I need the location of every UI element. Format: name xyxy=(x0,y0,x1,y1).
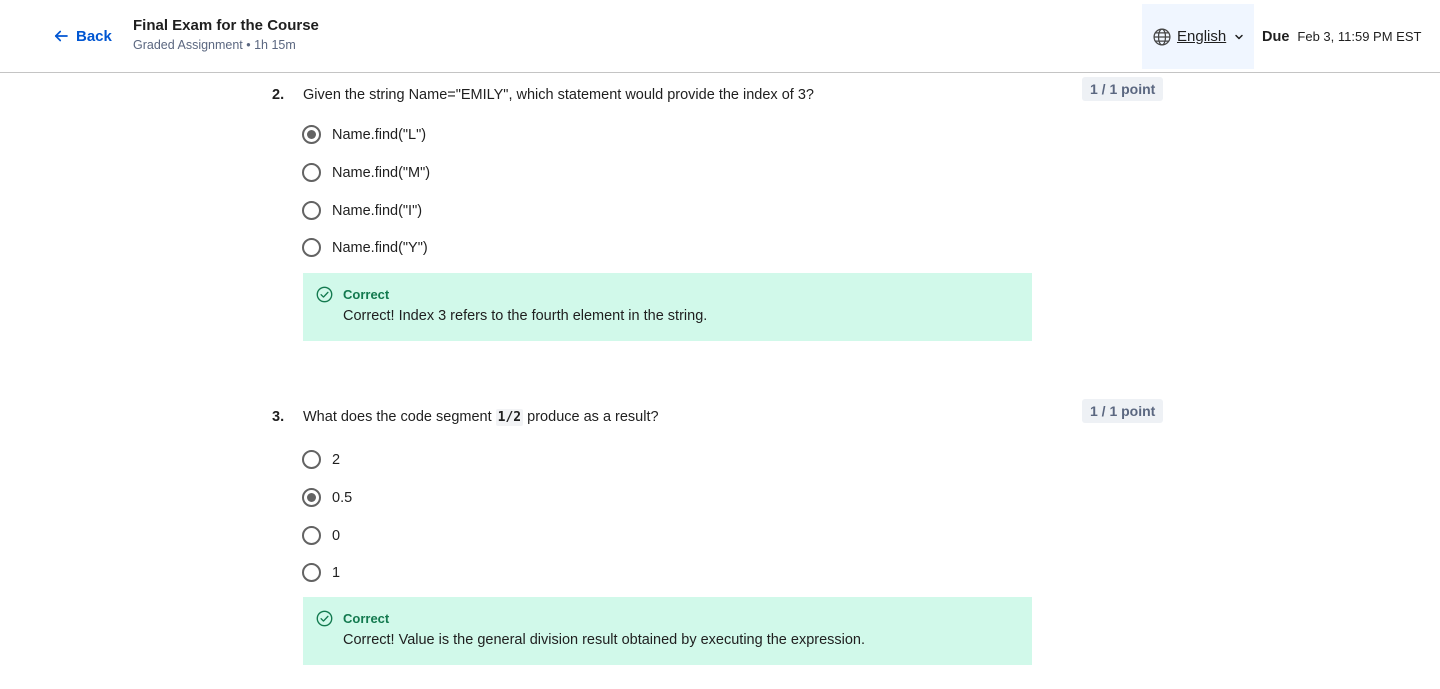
option-label: 1 xyxy=(332,564,341,581)
code-snippet: 1/2 xyxy=(495,409,524,426)
globe-icon xyxy=(1153,27,1171,46)
question-text-before: What does the code segment xyxy=(303,409,496,425)
answer-option[interactable]: Name.find("L") xyxy=(302,125,426,144)
radio-button[interactable] xyxy=(302,163,321,182)
check-circle-icon xyxy=(316,286,333,303)
radio-button[interactable] xyxy=(302,450,321,469)
radio-button[interactable] xyxy=(302,201,321,220)
question-text: What does the code segment 1/2 produce a… xyxy=(303,409,659,426)
points-badge: 1 / 1 point xyxy=(1082,399,1164,423)
answer-option[interactable]: 0.5 xyxy=(302,488,352,507)
answer-option[interactable]: Name.find("M") xyxy=(302,163,430,182)
due-info: Due Feb 3, 11:59 PM EST xyxy=(1262,29,1421,45)
language-selector[interactable]: English xyxy=(1142,4,1254,69)
option-label: Name.find("L") xyxy=(332,126,427,143)
radio-button-selected[interactable] xyxy=(302,488,321,507)
due-label: Due xyxy=(1262,29,1290,45)
option-label: Name.find("Y") xyxy=(332,239,428,256)
page-title: Final Exam for the Course xyxy=(133,17,319,34)
arrow-left-icon xyxy=(54,30,68,42)
back-button[interactable]: Back xyxy=(52,25,112,47)
due-date: Feb 3, 11:59 PM EST xyxy=(1297,29,1422,44)
feedback-correct: Correct Correct! Value is the general di… xyxy=(303,597,1032,665)
question-number: 2. xyxy=(272,87,285,103)
option-label: 0.5 xyxy=(332,489,353,506)
question-text-after: produce as a result? xyxy=(523,409,659,425)
feedback-correct: Correct Correct! Index 3 refers to the f… xyxy=(303,273,1032,341)
radio-button[interactable] xyxy=(302,526,321,545)
radio-button[interactable] xyxy=(302,238,321,257)
question-text: Given the string Name="EMILY", which sta… xyxy=(303,87,814,103)
answer-option[interactable]: 1 xyxy=(302,563,340,582)
points-badge: 1 / 1 point xyxy=(1082,77,1164,101)
feedback-text: Correct! Value is the general division r… xyxy=(343,632,866,648)
option-label: 2 xyxy=(332,451,341,468)
feedback-status: Correct xyxy=(343,611,390,626)
option-label: Name.find("M") xyxy=(332,164,431,181)
feedback-status: Correct xyxy=(343,287,390,302)
answer-option[interactable]: 2 xyxy=(302,450,340,469)
option-label: Name.find("I") xyxy=(332,202,423,219)
option-label: 0 xyxy=(332,527,341,544)
top-header: Back Final Exam for the Course Graded As… xyxy=(0,0,1440,73)
chevron-down-icon xyxy=(1235,34,1243,39)
question-number: 3. xyxy=(272,409,285,425)
back-button-label: Back xyxy=(76,27,112,45)
answer-option[interactable]: Name.find("I") xyxy=(302,201,422,220)
radio-button-selected[interactable] xyxy=(302,125,321,144)
language-label: English xyxy=(1177,28,1227,45)
assignment-title-block: Final Exam for the Course Graded Assignm… xyxy=(133,17,319,52)
check-circle-icon xyxy=(316,610,333,627)
answer-option[interactable]: 0 xyxy=(302,526,340,545)
answer-option[interactable]: Name.find("Y") xyxy=(302,238,428,257)
radio-button[interactable] xyxy=(302,563,321,582)
assignment-subtitle: Graded Assignment • 1h 15m xyxy=(133,38,296,52)
feedback-text: Correct! Index 3 refers to the fourth el… xyxy=(343,308,708,324)
